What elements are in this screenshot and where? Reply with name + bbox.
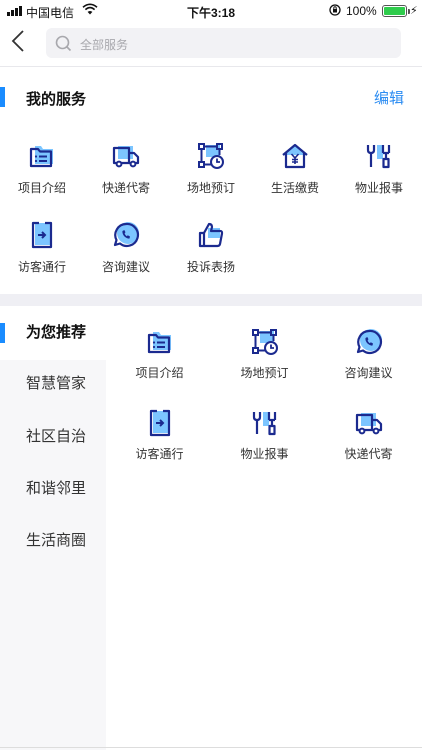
search-icon [55, 35, 72, 52]
service-label: 咨询建议 [101, 260, 150, 274]
category-smart-butler[interactable]: 智慧管家 [0, 357, 106, 411]
house-yen-icon [280, 141, 310, 171]
search-placeholder: 全部服务 [80, 38, 129, 52]
recommend-label: 项目介绍 [135, 366, 184, 380]
recommend-label: 快递代寄 [344, 447, 393, 461]
visitor-pass-icon [145, 408, 175, 438]
category-recommended[interactable]: 为您推荐 [0, 306, 106, 360]
rotation-lock-icon [329, 4, 341, 16]
tools-icon [250, 408, 280, 438]
service-item-property-report[interactable]: 物业报事 [337, 141, 421, 195]
service-item-visitor-pass[interactable]: 访客通行 [0, 220, 84, 274]
category-label: 智慧管家 [26, 375, 87, 392]
category-community[interactable]: 社区自治 [0, 410, 106, 464]
venue-booking-icon [250, 327, 280, 357]
tools-icon [364, 141, 394, 171]
status-bar: 中国电信 下午3:18 100% ⚡ [0, 0, 422, 22]
service-item-bill-payment[interactable]: 生活缴费 [253, 141, 337, 195]
service-item-feedback[interactable]: 投诉表扬 [169, 220, 253, 274]
recommend-item-visitor-pass[interactable]: 访客通行 [107, 408, 212, 468]
recommend-item-consult[interactable]: 咨询建议 [316, 327, 421, 387]
service-label: 生活缴费 [270, 181, 319, 195]
service-label: 物业报事 [354, 181, 403, 195]
category-neighbors[interactable]: 和谐邻里 [0, 462, 106, 516]
chat-phone-icon [354, 327, 384, 357]
chat-phone-icon [111, 220, 141, 250]
service-item-consult[interactable]: 咨询建议 [84, 220, 168, 274]
battery-percent: 100% [346, 4, 377, 18]
bottom-divider [0, 747, 422, 748]
section-indicator [0, 87, 5, 107]
search-input[interactable]: 全部服务 [46, 28, 401, 58]
service-label: 访客通行 [17, 260, 66, 274]
my-services-title: 我的服务 [26, 91, 87, 108]
service-item-venue-booking[interactable]: 场地预订 [169, 141, 253, 195]
recommend-item-venue-booking[interactable]: 场地预订 [212, 327, 317, 387]
recommend-item-express[interactable]: 快递代寄 [316, 408, 421, 468]
category-label: 为您推荐 [26, 324, 87, 341]
category-label: 社区自治 [26, 428, 87, 445]
thumbs-up-icon [196, 220, 226, 250]
category-shopping[interactable]: 生活商圈 [0, 514, 106, 568]
recommend-label: 场地预订 [240, 366, 289, 380]
charging-icon: ⚡ [410, 5, 418, 17]
battery-icon [382, 5, 410, 17]
service-item-express[interactable]: 快递代寄 [84, 141, 168, 195]
active-indicator [0, 323, 5, 343]
recommend-label: 访客通行 [135, 447, 184, 461]
visitor-pass-icon [27, 220, 57, 250]
venue-booking-icon [196, 141, 226, 171]
service-label: 场地预订 [186, 181, 235, 195]
service-label: 项目介绍 [17, 181, 66, 195]
section-gap [0, 294, 422, 306]
folder-list-icon [145, 327, 175, 357]
category-label: 和谐邻里 [26, 480, 87, 497]
recommend-item-project-intro[interactable]: 项目介绍 [107, 327, 212, 387]
edit-button[interactable]: 编辑 [374, 87, 404, 108]
back-arrow-icon[interactable] [6, 27, 34, 55]
recommend-label: 咨询建议 [344, 366, 393, 380]
nav-divider [0, 66, 422, 67]
category-sidebar: 为您推荐 智慧管家 社区自治 和谐邻里 生活商圈 [0, 306, 106, 750]
recommend-item-property-report[interactable]: 物业报事 [212, 408, 317, 468]
folder-list-icon [27, 141, 57, 171]
service-label: 快递代寄 [101, 181, 150, 195]
recommend-label: 物业报事 [240, 447, 289, 461]
service-label: 投诉表扬 [186, 260, 235, 274]
delivery-truck-icon [354, 408, 384, 438]
category-label: 生活商圈 [26, 532, 87, 549]
service-item-project-intro[interactable]: 项目介绍 [0, 141, 84, 195]
delivery-truck-icon [111, 141, 141, 171]
